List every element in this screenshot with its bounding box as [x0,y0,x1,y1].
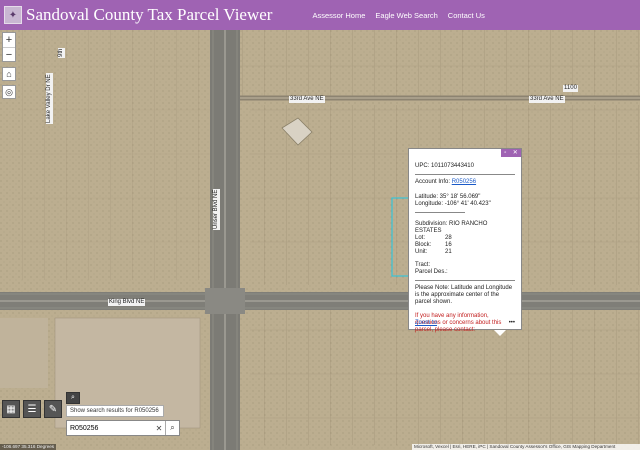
lot-label: Lot: [415,235,426,241]
popup-longitude: Longitude: -106° 41' 40.423" [415,201,491,207]
legend-button[interactable]: ☰ [23,400,41,418]
maximize-icon[interactable]: ▫ [504,150,506,157]
draw-button[interactable]: ✎ [44,400,62,418]
road-number-tag: 1100 [563,85,578,92]
block-label: Block: [415,242,432,248]
account-label: Account Info: [415,179,451,185]
search-toggle-icon: ⌕ [71,394,75,401]
popup-footer: Zoom to ••• [415,320,515,327]
grid-icon: ▦ [6,403,16,415]
zoom-out-button[interactable]: − [3,47,15,61]
account-link[interactable]: R050256 [452,179,476,185]
map-canvas[interactable]: Lake Valley Dr NE 9th Unser Blvd NE 33rd… [0,0,640,450]
zoom-in-button[interactable]: + [3,33,15,47]
lot-value: 28 [445,235,452,241]
popup-note: Please Note: Latitude and Longitude is t… [415,285,513,305]
search-box: ✕ ⌕ [66,420,180,436]
search-input[interactable] [67,424,153,432]
search-suggestion[interactable]: Show search results for R050256 [66,405,164,417]
coordinate-readout: -106.697 35.316 Degrees [0,444,57,450]
nav-assessor-home[interactable]: Assessor Home [312,11,365,20]
popup-lot: Lot: 28 [415,235,515,242]
map-attribution: Microsoft, Vexcel | Esri, HERE, iPC | Sa… [412,444,640,450]
app-header: ✦ Sandoval County Tax Parcel Viewer Asse… [0,0,640,30]
search-icon: ⌕ [170,423,175,432]
popup-tract: Tract: [415,262,431,268]
search-button[interactable]: ⌕ [165,421,179,435]
popup-block: Block: 16 [415,242,515,249]
block-value: 16 [445,242,452,248]
road-label-33rd-right: 33rd Ave NE [529,96,565,103]
popup-pointer [494,330,506,336]
locate-button[interactable]: ◎ [2,85,16,99]
pencil-icon: ✎ [48,403,58,415]
popup-titlebar: ▫ ✕ [501,149,521,157]
nav-contact-us[interactable]: Contact Us [448,11,485,20]
road-label-lake-valley: Lake Valley Dr NE [46,73,53,124]
zoom-to-link[interactable]: Zoom to [415,320,437,327]
clear-search-icon[interactable]: ✕ [153,424,165,433]
basemap-button[interactable]: ▦ [2,400,20,418]
search-widget-toggle[interactable]: ⌕ [66,392,80,404]
home-button[interactable]: ⌂ [2,67,16,81]
road-label-unser: Unser Blvd NE [213,188,220,230]
locate-icon: ◎ [5,86,13,97]
road-label-33rd-left: 33rd Ave NE [289,96,325,103]
popup-latitude: Latitude: 35° 18' 56.069" [415,194,481,200]
popup-account: Account Info: R050256 [415,179,515,186]
layers-icon: ☰ [27,403,37,415]
road-label-9th: 9th [58,47,65,58]
unit-label: Unit: [415,249,428,255]
road-label-king: King Blvd NE [108,299,146,306]
popup-upc: UPC: 1011073443410 [415,163,474,169]
aerial-imagery [0,0,640,450]
home-icon: ⌂ [6,69,12,79]
header-nav: Assessor Home Eagle Web Search Contact U… [312,11,484,20]
zoom-control: + − [2,32,16,62]
more-icon[interactable]: ••• [509,320,515,327]
app-title: Sandoval County Tax Parcel Viewer [26,5,273,24]
popup-parcel-des: Parcel Des.: [415,269,448,275]
popup-unit: Unit: 21 [415,249,515,256]
county-seal-icon[interactable]: ✦ [4,6,22,24]
nav-eagle-web-search[interactable]: Eagle Web Search [375,11,437,20]
parcel-popup: ▫ ✕ UPC: 1011073443410 Account Info: R05… [408,148,522,333]
popup-subdivision: Subdivision: RIO RANCHO ESTATES [415,221,488,234]
unit-value: 21 [445,249,452,255]
close-icon[interactable]: ✕ [513,150,518,157]
